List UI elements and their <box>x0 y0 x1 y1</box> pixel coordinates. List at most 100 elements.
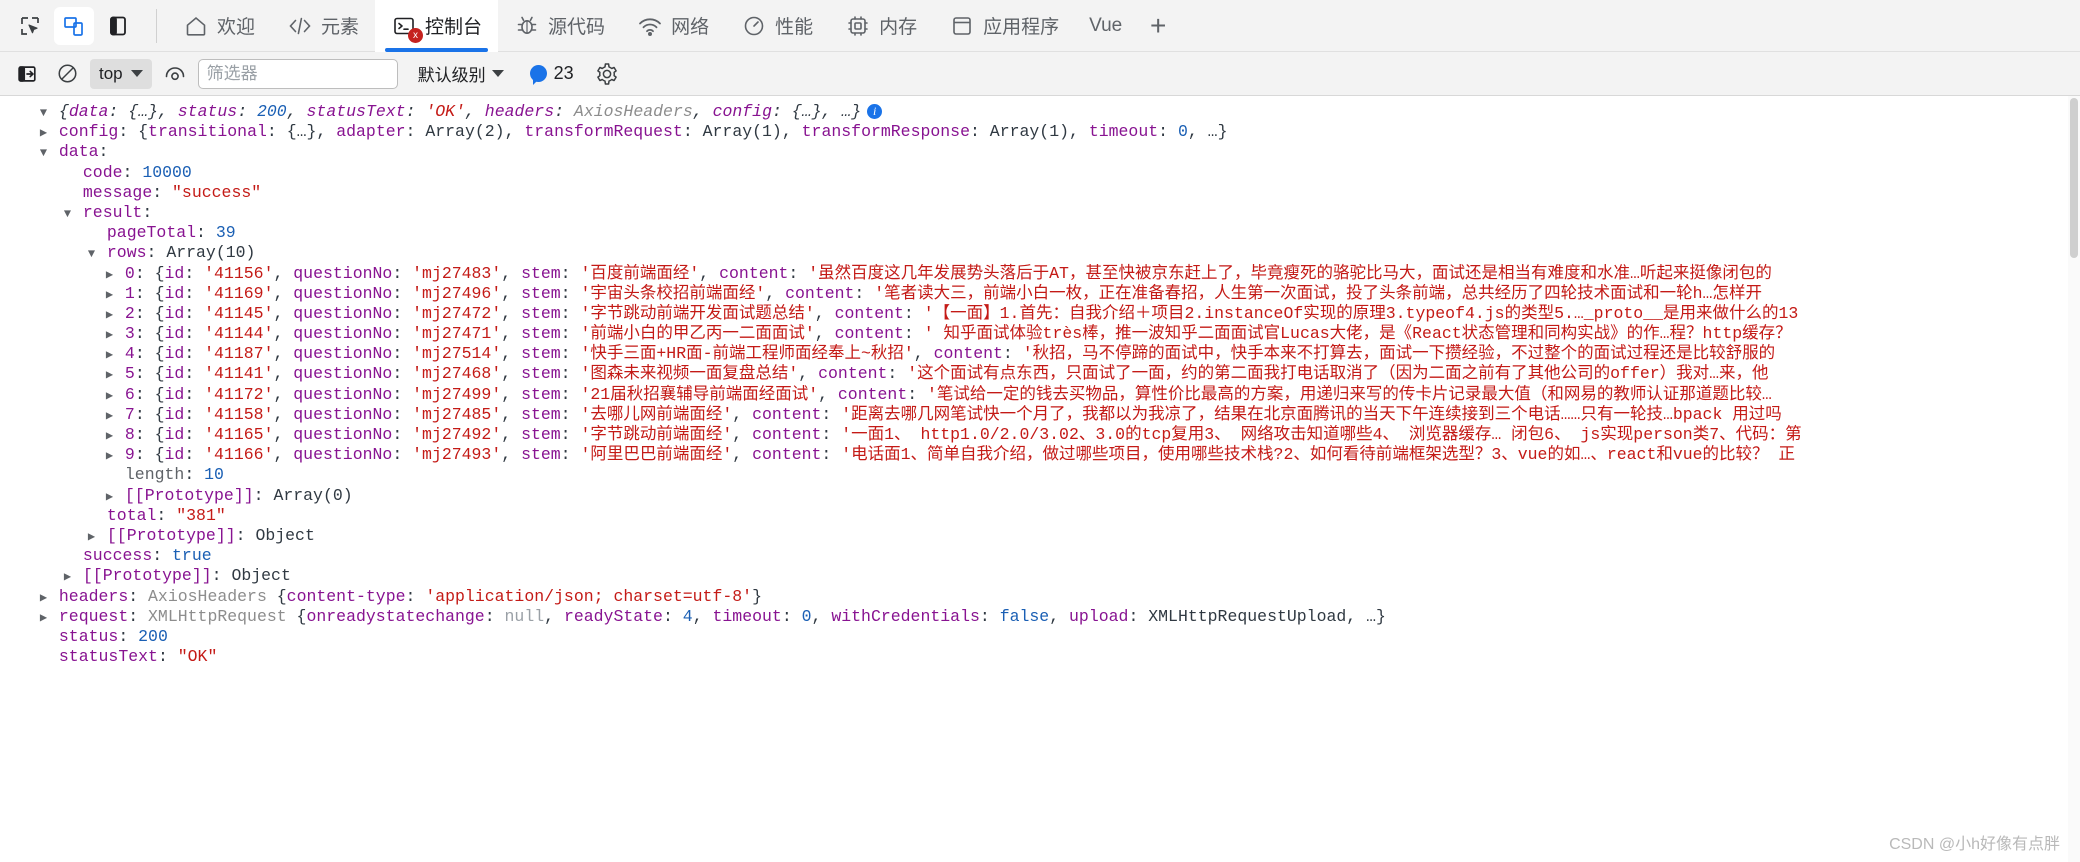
console-icon: x <box>391 13 424 43</box>
console-token: : { <box>134 364 165 384</box>
console-line[interactable]: length: 10 <box>0 465 2080 485</box>
expand-triangle-open-icon[interactable] <box>38 103 49 123</box>
expand-triangle-closed-icon[interactable] <box>104 365 115 385</box>
console-token: { <box>286 606 307 626</box>
console-line[interactable]: [[Prototype]]: Object <box>0 566 2080 586</box>
console-output[interactable]: {data: {…}, status: 200, statusText: 'OK… <box>0 96 2080 862</box>
console-line[interactable]: headers: AxiosHeaders {content-type: 'ap… <box>0 587 2080 607</box>
live-expression-icon[interactable] <box>158 58 192 90</box>
console-token: [[Prototype]] <box>124 485 254 505</box>
console-line[interactable]: 0: {id: '41156', questionNo: 'mj27483', … <box>0 264 2080 284</box>
expand-triangle-closed-icon[interactable] <box>104 325 115 345</box>
add-tab-button[interactable]: + <box>1136 0 1180 52</box>
tab-elements[interactable]: 元素 <box>271 0 375 52</box>
expand-triangle-closed-icon[interactable] <box>104 406 115 426</box>
console-token: : <box>184 364 205 384</box>
console-line[interactable]: request: XMLHttpRequest {onreadystatecha… <box>0 607 2080 627</box>
gauge-icon <box>741 13 767 39</box>
issues-counter[interactable]: 23 <box>529 63 574 84</box>
expand-triangle-closed-icon[interactable] <box>38 608 49 628</box>
expand-triangle-closed-icon[interactable] <box>104 487 115 507</box>
vertical-scrollbar[interactable] <box>2068 96 2080 862</box>
console-line[interactable]: 4: {id: '41187', questionNo: 'mj27514', … <box>0 344 2080 364</box>
tab-sources[interactable]: 源代码 <box>498 0 621 52</box>
settings-gear-icon[interactable] <box>590 58 624 90</box>
console-line[interactable]: result: <box>0 203 2080 223</box>
console-line[interactable]: 8: {id: '41165', questionNo: 'mj27492', … <box>0 425 2080 445</box>
expand-triangle-closed-icon[interactable] <box>104 386 115 406</box>
console-toolbar: top 默认级别 23 <box>0 52 2080 96</box>
expand-triangle-open-icon[interactable] <box>86 244 97 264</box>
console-line[interactable]: config: {transitional: {…}, adapter: Arr… <box>0 122 2080 142</box>
expand-triangle-closed-icon[interactable] <box>104 305 115 325</box>
scrollbar-thumb[interactable] <box>2070 98 2078 258</box>
console-token: upload <box>1069 606 1129 626</box>
console-token: transformRequest <box>524 122 683 142</box>
console-token: 3 <box>124 324 135 344</box>
console-line[interactable]: status: 200 <box>0 627 2080 647</box>
tab-network[interactable]: 网络 <box>621 0 725 52</box>
console-line[interactable]: 1: {id: '41169', questionNo: 'mj27496', … <box>0 284 2080 304</box>
console-token: , …} <box>1346 606 1386 626</box>
log-level-select[interactable]: 默认级别 <box>412 61 510 86</box>
console-line[interactable]: pageTotal: 39 <box>0 223 2080 243</box>
tab-console[interactable]: x 控制台 <box>375 0 499 52</box>
console-token: : <box>392 364 413 384</box>
console-line[interactable]: [[Prototype]]: Array(0) <box>0 486 2080 506</box>
tab-welcome[interactable]: 欢迎 <box>167 0 271 52</box>
console-token: questionNo <box>293 384 393 404</box>
expand-triangle-open-icon[interactable] <box>38 143 49 163</box>
console-token: , <box>732 404 753 424</box>
console-line[interactable]: code: 10000 <box>0 163 2080 183</box>
execution-context-select[interactable]: top <box>90 58 152 89</box>
expand-triangle-closed-icon[interactable] <box>62 567 73 587</box>
console-token: : <box>184 263 205 283</box>
expand-triangle-closed-icon[interactable] <box>38 588 49 608</box>
console-line[interactable]: 2: {id: '41145', questionNo: 'mj27472', … <box>0 304 2080 324</box>
console-line[interactable]: 5: {id: '41141', questionNo: 'mj27468', … <box>0 364 2080 384</box>
sidebar-toggle-icon[interactable] <box>10 58 44 90</box>
console-token: 2 <box>124 303 135 323</box>
console-line[interactable]: total: "381" <box>0 506 2080 526</box>
dock-side-icon[interactable] <box>98 7 138 45</box>
tab-application[interactable]: 应用程序 <box>933 0 1075 52</box>
expand-triangle-closed-icon[interactable] <box>104 265 115 285</box>
tab-performance[interactable]: 性能 <box>725 0 829 52</box>
expand-triangle-closed-icon[interactable] <box>104 345 115 365</box>
execution-context-value: top <box>99 63 123 83</box>
console-line[interactable]: data: <box>0 142 2080 162</box>
device-toolbar-icon[interactable] <box>54 6 94 45</box>
console-line-list: {data: {…}, status: 200, statusText: 'OK… <box>0 102 2080 667</box>
console-token: statusText <box>58 647 158 667</box>
filter-input[interactable] <box>197 58 398 89</box>
console-line[interactable]: statusText: "OK" <box>0 647 2080 667</box>
console-token: : <box>118 122 139 142</box>
tab-vue[interactable]: Vue <box>1075 0 1136 52</box>
expand-triangle-closed-icon[interactable] <box>104 426 115 446</box>
console-token: : <box>122 162 143 182</box>
console-line[interactable]: 9: {id: '41166', questionNo: 'mj27493', … <box>0 445 2080 465</box>
expand-triangle-closed-icon[interactable] <box>86 527 97 547</box>
console-line[interactable]: success: true <box>0 546 2080 566</box>
console-line[interactable]: 6: {id: '41172', questionNo: 'mj27499', … <box>0 385 2080 405</box>
console-token: 200 <box>138 626 168 646</box>
console-line[interactable]: {data: {…}, status: 200, statusText: 'OK… <box>0 102 2080 122</box>
line-indent-spacer <box>38 648 49 668</box>
console-token: {…} <box>791 102 822 121</box>
expand-triangle-closed-icon[interactable] <box>104 285 115 305</box>
console-line[interactable]: 7: {id: '41158', questionNo: 'mj27485', … <box>0 405 2080 425</box>
info-badge-icon[interactable]: i <box>867 104 883 119</box>
console-line[interactable]: [[Prototype]]: Object <box>0 526 2080 546</box>
console-line[interactable]: message: "success" <box>0 183 2080 203</box>
console-line[interactable]: 3: {id: '41144', questionNo: 'mj27471', … <box>0 324 2080 344</box>
expand-triangle-closed-icon[interactable] <box>38 123 49 143</box>
clear-console-icon[interactable] <box>50 58 84 90</box>
console-line[interactable]: rows: Array(10) <box>0 243 2080 263</box>
console-token: headers <box>484 102 555 121</box>
console-token: headers <box>58 586 129 606</box>
expand-triangle-closed-icon[interactable] <box>104 446 115 466</box>
expand-triangle-open-icon[interactable] <box>62 204 73 224</box>
console-token: transitional <box>148 122 267 142</box>
inspect-element-icon[interactable] <box>10 7 50 45</box>
tab-memory[interactable]: 内存 <box>829 0 933 52</box>
